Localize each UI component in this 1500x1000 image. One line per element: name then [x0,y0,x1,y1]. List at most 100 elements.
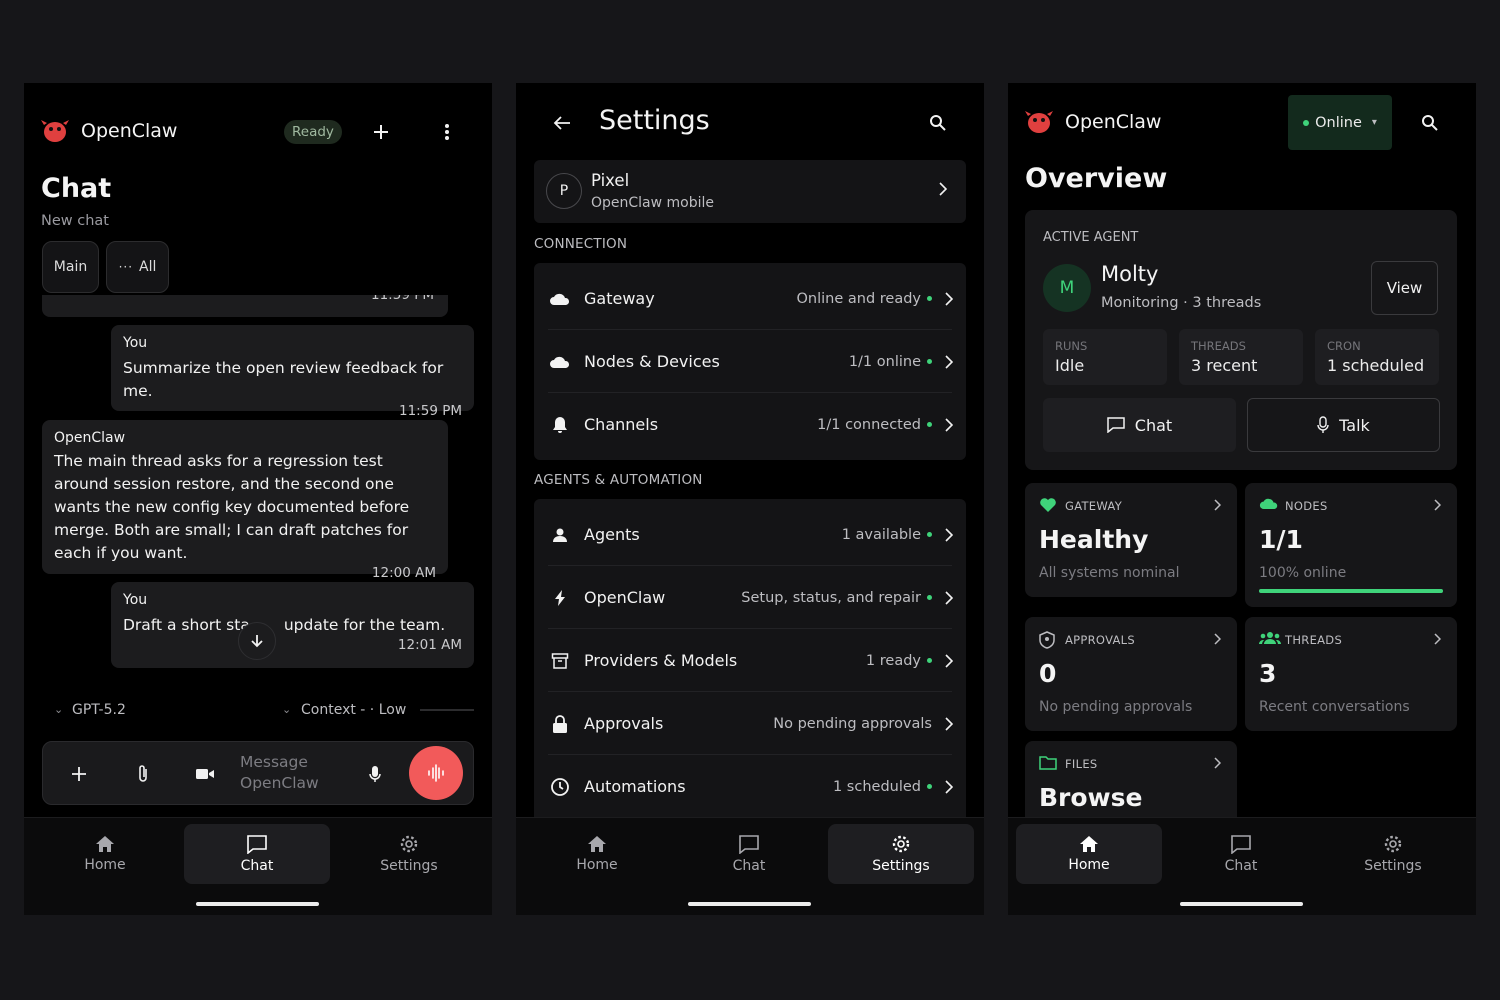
nav-settings[interactable]: Settings [1320,824,1466,884]
chevron-right-icon [932,527,966,542]
section-heading: CONNECTION [534,236,628,252]
user-message: You Summarize the open review feedback f… [111,325,474,419]
stat-threads: THREADS 3 recent [1179,329,1303,385]
settings-screen: Settings P Pixel OpenClaw mobile CONNECT… [516,83,984,915]
session-chip-main[interactable]: Main [42,241,99,293]
approvals-tile[interactable]: APPROVALS 0 No pending approvals [1025,617,1237,731]
settings-row-automations[interactable]: Automations 1 scheduled [534,755,966,818]
device-name: Pixel [591,171,630,190]
chevron-right-icon [1214,757,1221,769]
settings-row-nodes-devices[interactable]: Nodes & Devices 1/1 online [534,330,966,393]
home-icon [588,836,606,852]
nodes-tile[interactable]: NODES 1/1 100% online [1245,483,1457,607]
message-input[interactable]: Message OpenClaw [240,752,352,794]
home-icon [1080,836,1098,852]
shield-icon [1039,631,1055,649]
status-dropdown[interactable]: Online ▾ [1288,95,1392,150]
device-card[interactable]: P Pixel OpenClaw mobile [534,160,966,223]
nav-chat[interactable]: Chat [1168,824,1314,884]
chat-bubble-icon [739,835,759,854]
search-icon[interactable] [926,111,950,135]
nav-settings[interactable]: Settings [336,824,482,884]
connection-card: Gateway Online and ready Nodes & Devices… [534,263,966,460]
add-attachment-plus-icon[interactable] [67,762,91,786]
home-indicator [1180,902,1303,906]
nodes-progress-fill [1259,589,1443,593]
chevron-right-icon [932,417,966,432]
card-caption: ACTIVE AGENT [1043,230,1139,245]
microphone-icon[interactable] [363,762,387,786]
context-selector[interactable]: Context - · Low [301,702,406,718]
settings-row-openclaw[interactable]: OpenClaw Setup, status, and repair [534,566,966,629]
chevron-right-icon [1434,499,1441,511]
chat-screen: OpenClaw Ready Chat New chat Main ··· Al… [24,83,492,915]
settings-row-channels[interactable]: Channels 1/1 connected [534,393,966,456]
device-avatar: P [546,173,582,209]
settings-row-agents[interactable]: Agents 1 available [534,503,966,566]
view-agent-button[interactable]: View [1371,261,1438,315]
chat-bubble-icon [1231,835,1251,854]
nav-home[interactable]: Home [1016,824,1162,884]
nav-chat[interactable]: Chat [676,824,822,884]
nav-home[interactable]: Home [32,824,178,884]
app-name: OpenClaw [81,120,178,142]
settings-row-approvals[interactable]: Approvals No pending approvals [534,692,966,755]
voice-waveform-button[interactable] [409,746,463,800]
more-vert-icon[interactable] [434,119,460,145]
home-indicator [688,902,811,906]
chat-bubble-icon [1107,417,1125,433]
home-icon [96,836,114,852]
nav-settings[interactable]: Settings [828,824,974,884]
threads-tile[interactable]: THREADS 3 Recent conversations [1245,617,1457,731]
group-icon [1259,631,1281,645]
waveform-icon [428,764,444,782]
nav-chat[interactable]: Chat [184,824,330,884]
nodes-progress-track [1259,589,1443,593]
section-heading: AGENTS & AUTOMATION [534,472,703,488]
session-chip-all[interactable]: ··· All [106,241,169,293]
paperclip-icon[interactable] [131,762,155,786]
gear-icon [892,835,910,853]
chevron-right-icon [932,590,966,605]
clipped-message: 11:59 PM [42,295,448,317]
settings-row-providers-models[interactable]: Providers & Models 1 ready [534,629,966,692]
assistant-message: OpenClaw The main thread asks for a regr… [42,420,448,581]
search-icon[interactable] [1418,111,1442,135]
video-camera-icon[interactable] [193,762,217,786]
person-icon [553,528,567,542]
chevron-right-icon [1214,499,1221,511]
back-arrow-icon[interactable] [550,111,574,135]
talk-button[interactable]: Talk [1247,398,1440,452]
lobster-logo-icon [40,117,70,145]
dots-icon: ··· [118,260,134,274]
stat-cron: CRON 1 scheduled [1315,329,1439,385]
nav-home[interactable]: Home [524,824,670,884]
chevron-right-icon [1434,633,1441,645]
gateway-tile[interactable]: GATEWAY Healthy All systems nominal [1025,483,1237,597]
scroll-down-arrow-icon[interactable] [238,622,276,660]
agent-subtitle: Monitoring · 3 threads [1101,295,1262,311]
heart-icon [1039,497,1057,513]
home-indicator [196,902,319,906]
context-meter [420,709,474,711]
composer: Message OpenClaw [42,741,474,805]
archive-icon [551,652,569,669]
chat-with-agent-button[interactable]: Chat [1043,398,1236,452]
model-selector[interactable]: GPT-5.2 [72,702,126,718]
microphone-icon [1317,416,1329,433]
bell-icon [553,416,567,433]
settings-row-gateway[interactable]: Gateway Online and ready [534,267,966,330]
agents-automation-card: Agents 1 available OpenClaw Setup, statu… [534,499,966,817]
chevron-right-icon [932,354,966,369]
clock-icon [551,777,569,796]
stat-runs: RUNS Idle [1043,329,1167,385]
page-title: Settings [599,105,710,136]
folder-icon [1039,755,1057,770]
new-chat-plus-icon[interactable] [368,119,394,145]
chevron-right-icon [932,653,966,668]
lock-icon [553,714,567,733]
gear-icon [400,835,418,853]
bottom-nav: Home Chat Settings [1008,817,1476,915]
app-name: OpenClaw [1065,111,1162,133]
cloud-icon [550,356,570,368]
